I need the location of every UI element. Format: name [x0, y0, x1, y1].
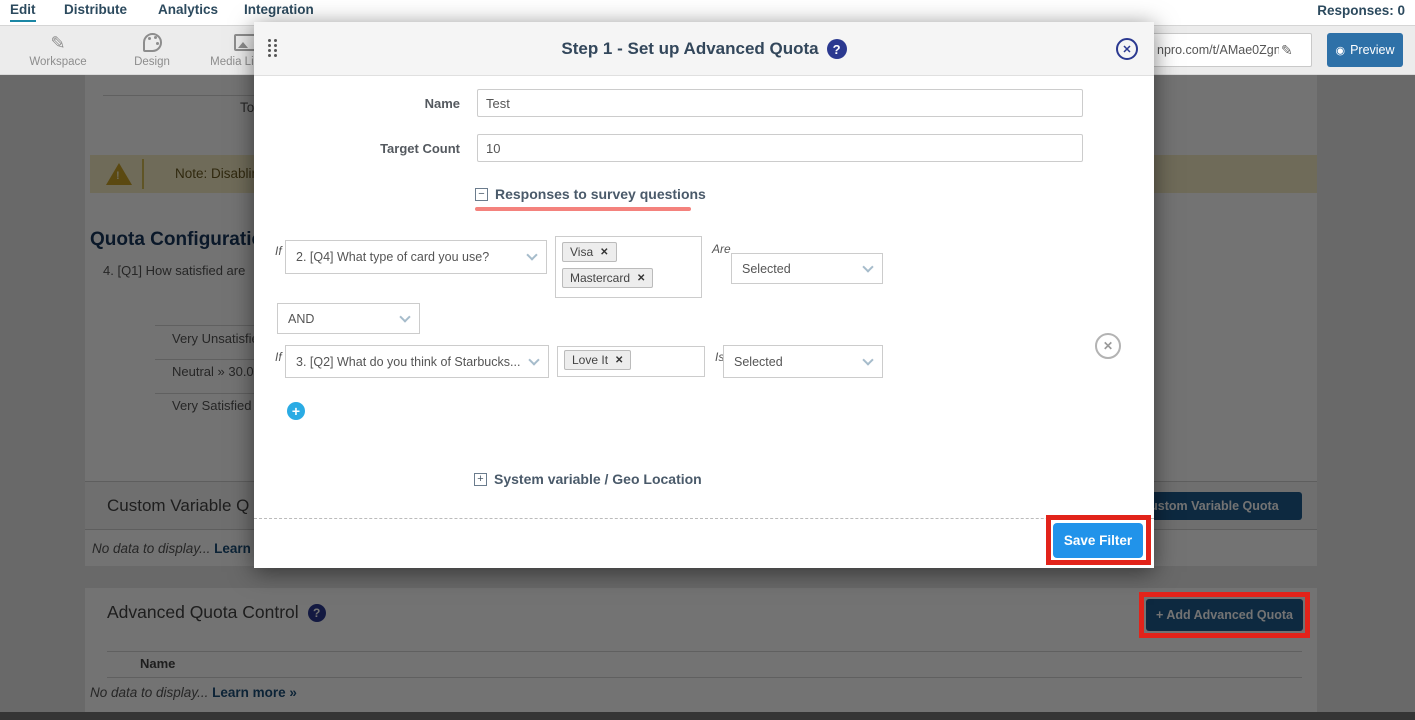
system-variable-section-toggle[interactable]: + System variable / Geo Location — [474, 471, 702, 487]
toolbar-label: Design — [104, 56, 200, 68]
chevron-down-icon — [526, 249, 537, 260]
preview-button[interactable]: ◉ Preview — [1327, 33, 1403, 67]
operator-dropdown-value: Selected — [734, 355, 783, 369]
joiner-dropdown-value: AND — [288, 312, 314, 326]
expand-icon: + — [474, 473, 487, 486]
question-dropdown[interactable]: 3. [Q2] What do you think of Starbucks..… — [285, 345, 549, 378]
nav-tab-distribute[interactable]: Distribute — [64, 2, 127, 20]
modal-title: Step 1 - Set up Advanced Quota — [561, 39, 818, 59]
design-palette-icon — [104, 31, 200, 55]
responses-count: Responses: 0 — [1317, 3, 1405, 18]
eye-icon: ◉ — [1335, 44, 1345, 57]
operator-dropdown[interactable]: Selected — [723, 345, 883, 378]
advanced-quota-modal: Step 1 - Set up Advanced Quota ? ✕ Name … — [254, 22, 1154, 568]
operator-label: Are — [712, 242, 731, 256]
workspace-icon: ✎ — [10, 31, 106, 55]
chevron-down-icon — [399, 311, 410, 322]
save-filter-button[interactable]: Save Filter — [1053, 523, 1143, 558]
operator-dropdown-value: Selected — [742, 262, 791, 276]
answer-tag: Love It ✕ — [564, 350, 631, 370]
tag-label: Love It — [572, 353, 608, 367]
page: Tot ! Note: Disabling Quota Configuratio… — [0, 0, 1415, 720]
close-icon[interactable]: ✕ — [1116, 38, 1138, 60]
target-count-input[interactable] — [477, 134, 1083, 162]
chevron-down-icon — [528, 354, 539, 365]
responses-section-toggle[interactable]: − Responses to survey questions — [475, 186, 706, 202]
collapse-icon: − — [475, 188, 488, 201]
remove-condition-icon[interactable]: ✕ — [1095, 333, 1121, 359]
operator-dropdown[interactable]: Selected — [731, 253, 883, 284]
red-underline — [475, 207, 691, 211]
if-label: If — [275, 350, 282, 364]
chevron-down-icon — [862, 261, 873, 272]
remove-tag-icon[interactable]: ✕ — [615, 355, 623, 366]
survey-url-input[interactable] — [1149, 43, 1279, 57]
toolbar-workspace[interactable]: ✎ Workspace — [10, 31, 106, 68]
responses-section-title: Responses to survey questions — [495, 186, 706, 202]
toolbar-design[interactable]: Design — [104, 31, 200, 68]
question-dropdown-value: 3. [Q2] What do you think of Starbucks..… — [296, 355, 520, 369]
chevron-down-icon — [862, 354, 873, 365]
name-label: Name — [254, 96, 460, 111]
edit-pencil-icon[interactable]: ✎ — [1281, 42, 1293, 59]
question-dropdown-value: 2. [Q4] What type of card you use? — [296, 250, 489, 264]
tag-label: Mastercard — [570, 271, 630, 285]
joiner-dropdown[interactable]: AND — [277, 303, 420, 334]
tag-label: Visa — [570, 245, 593, 259]
if-label: If — [275, 244, 282, 258]
survey-url-field[interactable]: ✎ — [1148, 33, 1312, 67]
nav-tab-analytics[interactable]: Analytics — [158, 2, 218, 20]
system-variable-section-title: System variable / Geo Location — [494, 471, 702, 487]
nav-tab-edit[interactable]: Edit — [10, 2, 36, 22]
modal-title-row: Step 1 - Set up Advanced Quota ? — [254, 22, 1154, 76]
remove-tag-icon[interactable]: ✕ — [637, 273, 645, 284]
preview-label: Preview — [1350, 43, 1394, 57]
answer-tags-box[interactable]: Visa ✕ Mastercard ✕ — [555, 236, 702, 298]
add-condition-icon[interactable]: + — [287, 402, 305, 420]
remove-tag-icon[interactable]: ✕ — [600, 247, 608, 258]
help-icon[interactable]: ? — [827, 39, 847, 59]
question-dropdown[interactable]: 2. [Q4] What type of card you use? — [285, 240, 547, 274]
target-count-label: Target Count — [254, 141, 460, 156]
quota-name-input[interactable] — [477, 89, 1083, 117]
modal-header: Step 1 - Set up Advanced Quota ? ✕ — [254, 22, 1154, 76]
answer-tag: Visa ✕ — [562, 242, 617, 262]
toolbar-label: Workspace — [10, 56, 106, 68]
nav-tab-integration[interactable]: Integration — [244, 2, 314, 20]
footer-divider — [254, 518, 1154, 519]
answer-tag: Mastercard ✕ — [562, 268, 653, 288]
answer-tags-box[interactable]: Love It ✕ — [557, 346, 705, 377]
